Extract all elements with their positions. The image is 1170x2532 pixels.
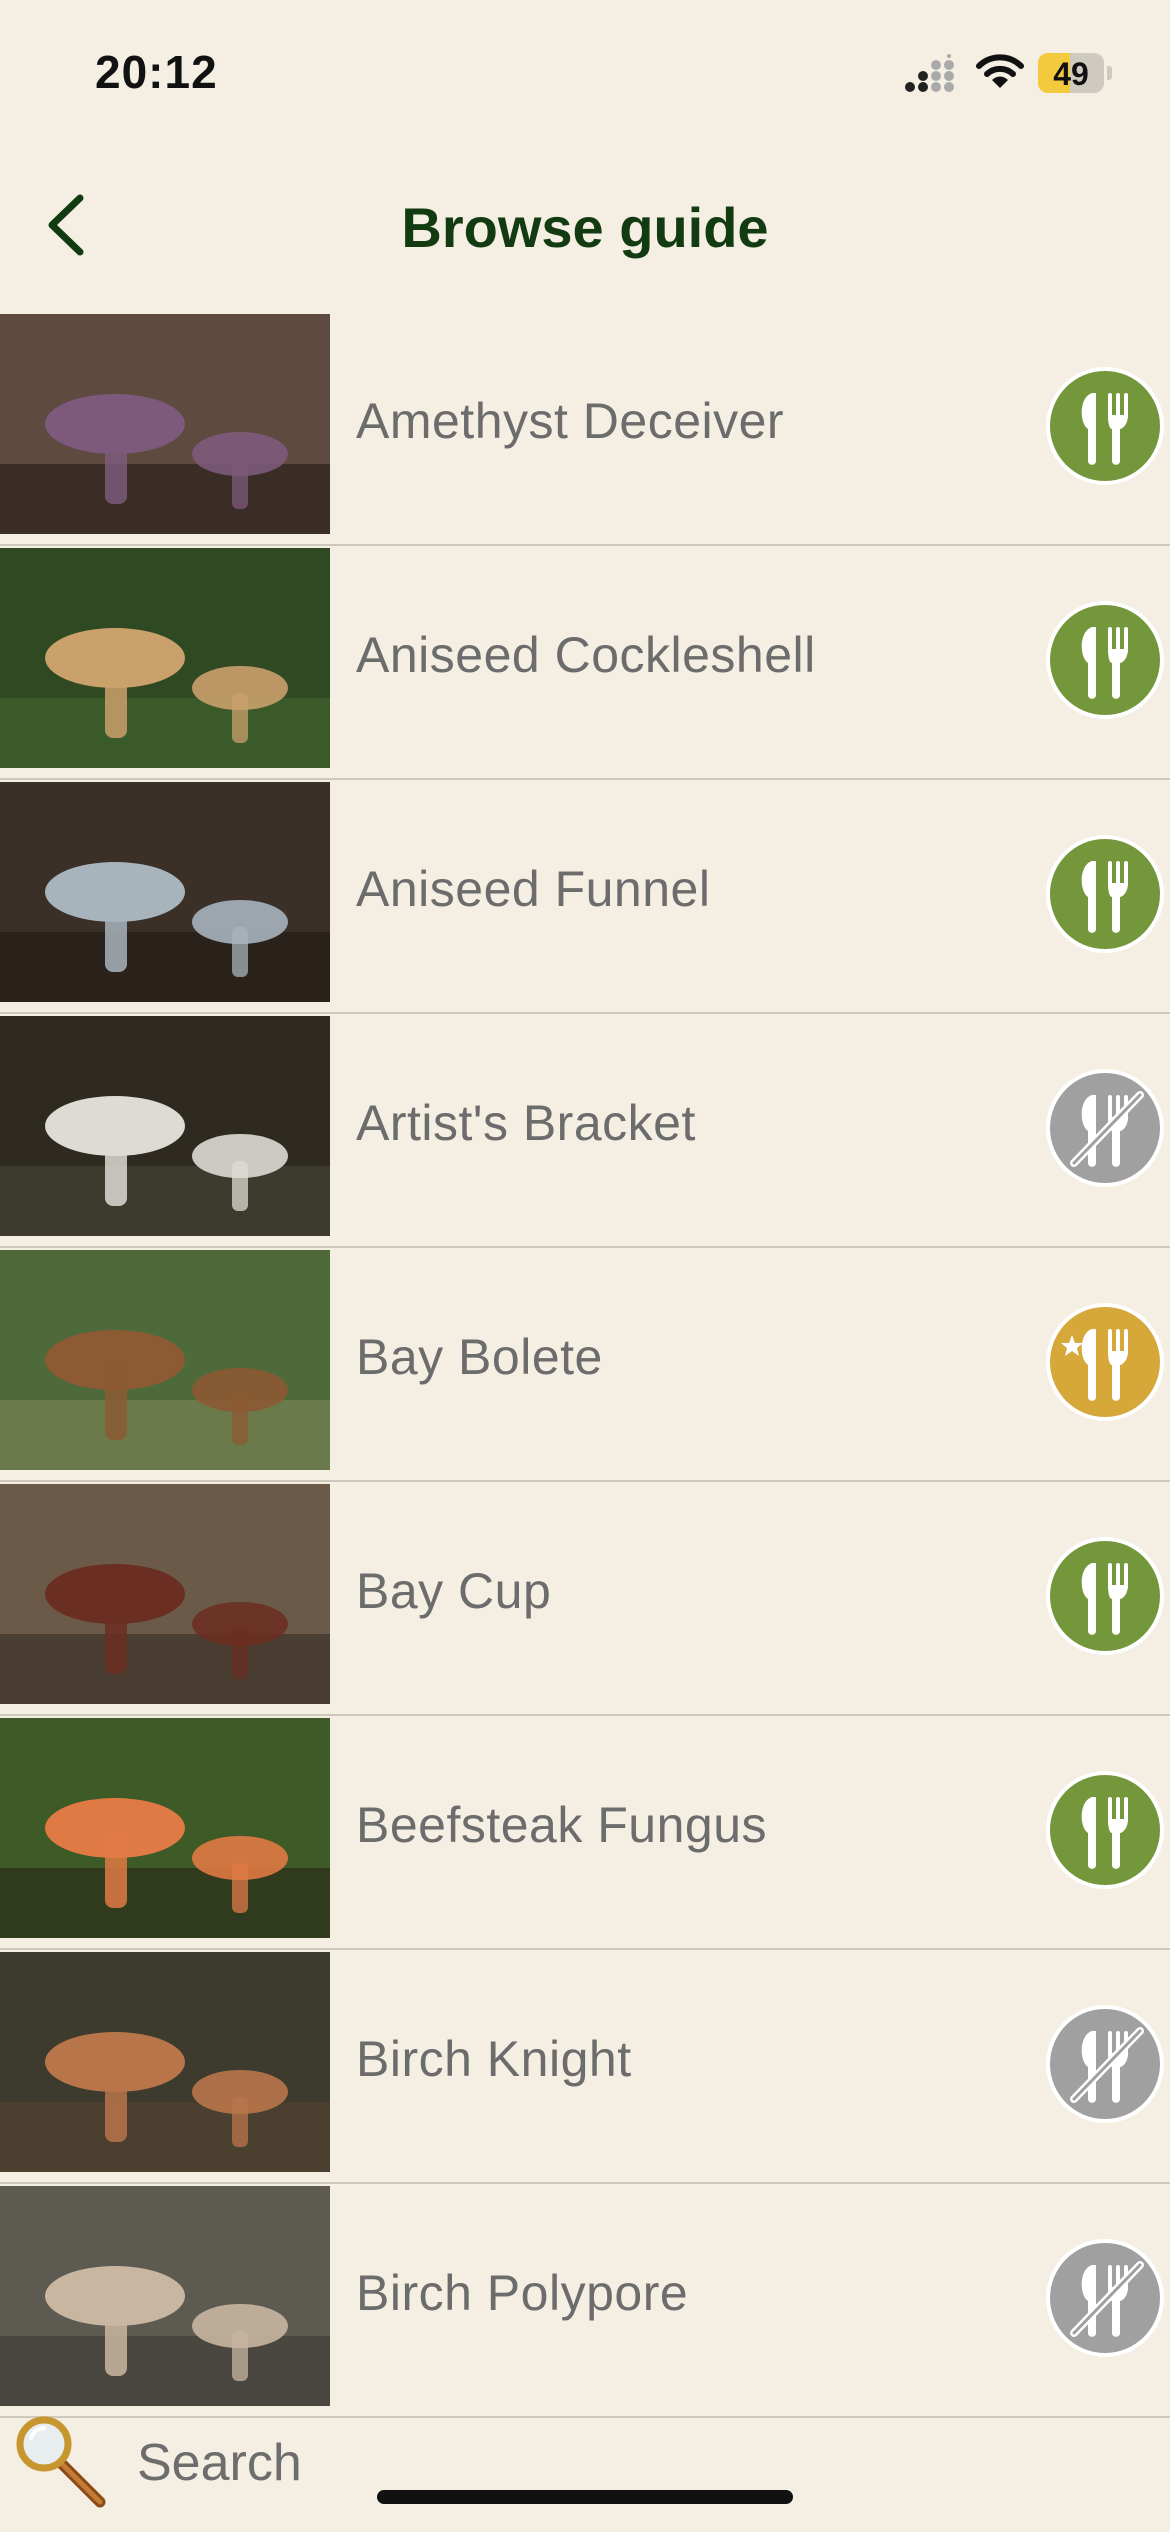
wifi-icon	[976, 54, 1024, 88]
species-name: Aniseed Cockleshell	[356, 627, 816, 683]
mushroom-photo	[0, 1016, 330, 1236]
choice-edible-icon	[1046, 1303, 1164, 1421]
species-row[interactable]: Birch Knight	[0, 1950, 1170, 2184]
species-name: Bay Bolete	[356, 1329, 603, 1385]
mushroom-photo	[0, 782, 330, 1002]
edible-icon	[1046, 601, 1164, 719]
species-row[interactable]: Artist's Bracket	[0, 1014, 1170, 1248]
species-name: Aniseed Funnel	[356, 861, 711, 917]
status-time: 20:12	[95, 46, 218, 98]
species-row[interactable]: Bay Bolete	[0, 1248, 1170, 1482]
search-input[interactable]	[135, 2427, 939, 2499]
inedible-icon	[1046, 2005, 1164, 2123]
species-name: Beefsteak Fungus	[356, 1797, 768, 1853]
mushroom-photo	[0, 1250, 330, 1470]
species-name: Bay Cup	[356, 1563, 552, 1619]
species-row[interactable]: Aniseed Cockleshell	[0, 546, 1170, 780]
edible-icon	[1046, 367, 1164, 485]
mushroom-photo	[0, 2186, 330, 2406]
battery-icon: 49	[1038, 53, 1112, 93]
cellular-signal-icon	[905, 54, 954, 92]
edible-icon	[1046, 835, 1164, 953]
species-name: Artist's Bracket	[356, 1095, 696, 1151]
species-list: Amethyst Deceiver Aniseed Cockleshell Anis…	[0, 312, 1170, 2418]
mushroom-photo	[0, 1484, 330, 1704]
battery-percent: 49	[1053, 56, 1089, 92]
inedible-icon	[1046, 2239, 1164, 2357]
species-name: Birch Knight	[356, 2031, 632, 2087]
species-row[interactable]: Aniseed Funnel	[0, 780, 1170, 1014]
search-bar	[0, 2385, 1170, 2532]
species-row[interactable]: Bay Cup	[0, 1482, 1170, 1716]
page-title: Browse guide	[401, 196, 769, 259]
mushroom-photo	[0, 548, 330, 768]
status-bar: 20:12 49	[0, 0, 1170, 150]
edible-icon	[1046, 1771, 1164, 1889]
species-name: Amethyst Deceiver	[356, 393, 785, 449]
nav-bar: Browse guide	[0, 160, 1170, 290]
magnifying-glass-icon	[16, 2416, 106, 2508]
species-name: Birch Polypore	[356, 2265, 689, 2321]
edible-icon	[1046, 1537, 1164, 1655]
home-indicator	[377, 2490, 793, 2504]
species-row[interactable]: Amethyst Deceiver	[0, 312, 1170, 546]
mushroom-photo	[0, 1718, 330, 1938]
mushroom-photo	[0, 314, 330, 534]
species-row[interactable]: Birch Polypore	[0, 2184, 1170, 2418]
species-row[interactable]: Beefsteak Fungus	[0, 1716, 1170, 1950]
inedible-icon	[1046, 1069, 1164, 1187]
mushroom-photo	[0, 1952, 330, 2172]
